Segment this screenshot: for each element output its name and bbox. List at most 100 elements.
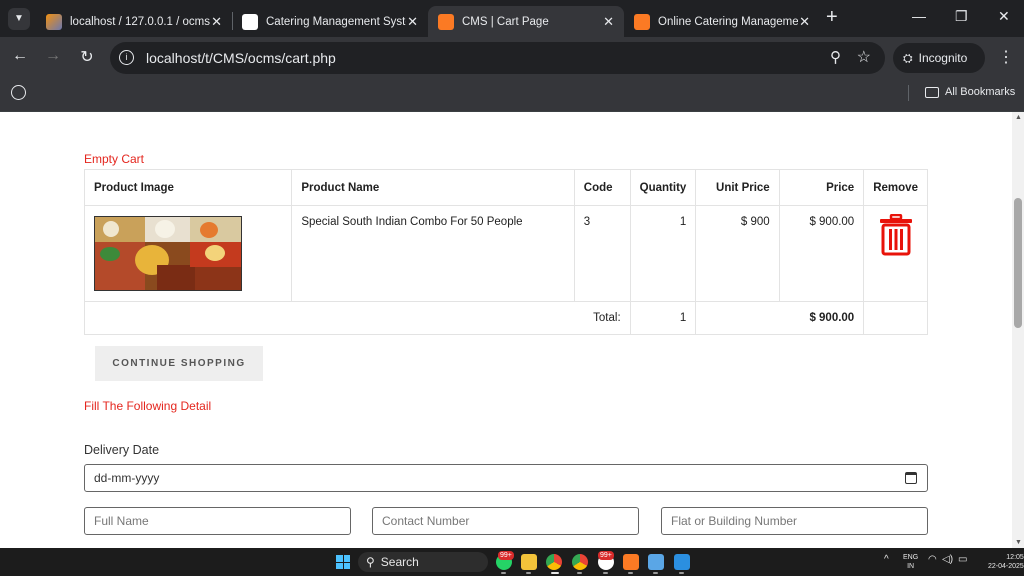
wifi-icon[interactable]: ◠: [928, 554, 937, 565]
full-name-field[interactable]: Full Name: [84, 507, 351, 535]
windows-taskbar: ⚲ Search 99+ 99+ ^ ENG IN ◠ ◁) ▭ 12:05 2…: [0, 548, 1024, 576]
header-unit-price: Unit Price: [695, 169, 780, 206]
vscode-icon[interactable]: [674, 554, 690, 570]
cart-table: Product Image Product Name Code Quantity…: [83, 169, 928, 335]
tab-phpmyadmin[interactable]: localhost / 127.0.0.1 / ocmsdb ✕: [36, 6, 232, 37]
calendar-icon[interactable]: [905, 472, 917, 484]
file-explorer-icon[interactable]: [521, 554, 537, 570]
globe-icon[interactable]: [11, 85, 26, 100]
reload-icon[interactable]: ↻: [76, 47, 98, 67]
region-code: IN: [907, 563, 915, 570]
tab-search-button[interactable]: ▼: [8, 8, 30, 30]
incognito-indicator[interactable]: ⛭ Incognito: [893, 43, 985, 73]
tab-online-catering[interactable]: Online Catering Management ✕: [624, 6, 820, 37]
scroll-down-icon[interactable]: ▼: [1015, 539, 1022, 546]
product-image-cell: [83, 205, 293, 302]
tab-title: Catering Management System: [266, 15, 406, 28]
scroll-up-icon[interactable]: ▲: [1015, 114, 1022, 121]
notification-badge: 99+: [498, 551, 514, 560]
close-window-icon[interactable]: ✕: [998, 8, 1010, 25]
chrome-icon[interactable]: [546, 554, 562, 570]
bookmark-star-icon[interactable]: ☆: [857, 47, 871, 67]
clock-time: 12:05: [1006, 554, 1024, 561]
site-logo-icon: [242, 13, 258, 30]
total-label: Total:: [84, 301, 631, 335]
header-product-image: Product Image: [83, 169, 293, 206]
flat-number-field[interactable]: Flat or Building Number: [661, 507, 928, 535]
continue-shopping-button[interactable]: CONTINUE SHOPPING: [95, 346, 263, 381]
volume-icon[interactable]: ◁): [942, 554, 953, 565]
address-bar[interactable]: i localhost/t/CMS/ocms/cart.php ⚲ ☆: [110, 42, 885, 74]
xampp-icon[interactable]: [623, 554, 639, 570]
xampp-icon: [634, 13, 650, 30]
empty-cart-link[interactable]: Empty Cart: [84, 152, 144, 166]
folder-icon: [925, 86, 939, 98]
browser-menu-icon[interactable]: ⋮: [998, 47, 1014, 67]
table-header-row: Product Image Product Name Code Quantity…: [83, 169, 928, 206]
app-active-indicator: [551, 572, 559, 574]
app-running-indicator: [603, 572, 608, 574]
incognito-icon: ⛭: [903, 50, 913, 65]
windows-start-icon[interactable]: [336, 555, 350, 569]
tab-title: localhost / 127.0.0.1 / ocmsdb: [70, 15, 210, 28]
tab-catering-system[interactable]: Catering Management System ✕: [232, 6, 428, 37]
taskbar-search[interactable]: ⚲ Search: [358, 552, 488, 572]
remove-cell: [863, 205, 928, 302]
header-remove: Remove: [863, 169, 928, 206]
notepad-icon[interactable]: [648, 554, 664, 570]
language-code: ENG: [903, 554, 919, 561]
url-text[interactable]: localhost/t/CMS/ocms/cart.php: [146, 50, 336, 66]
tab-title: CMS | Cart Page: [462, 15, 549, 28]
delivery-date-label: Delivery Date: [84, 443, 160, 457]
app-running-indicator: [501, 572, 506, 574]
site-info-icon[interactable]: i: [119, 50, 134, 65]
xampp-icon: [438, 13, 454, 30]
app-running-indicator: [628, 572, 633, 574]
product-name: Special South Indian Combo For 50 People: [291, 205, 575, 302]
back-icon[interactable]: ←: [9, 47, 31, 65]
total-price: $ 900.00: [695, 301, 865, 335]
taskbar-search-label: Search: [380, 555, 419, 569]
clock-date: 22-04-2025: [988, 563, 1024, 570]
header-code: Code: [573, 169, 631, 206]
product-quantity: 1: [629, 205, 697, 302]
restore-icon[interactable]: ❐: [955, 8, 968, 25]
forward-icon[interactable]: →: [42, 47, 64, 65]
table-row: Special South Indian Combo For 50 People…: [83, 205, 928, 302]
browser-toolbar: ← → ↻ i localhost/t/CMS/ocms/cart.php ⚲ …: [0, 37, 1024, 79]
battery-icon[interactable]: ▭: [958, 554, 967, 565]
scrollbar-thumb[interactable]: [1014, 198, 1022, 328]
notification-badge: 99+: [598, 551, 614, 560]
close-tab-icon[interactable]: ✕: [799, 14, 810, 30]
tab-title: Online Catering Management: [658, 15, 798, 28]
close-tab-icon[interactable]: ✕: [603, 14, 614, 30]
header-product-name: Product Name: [291, 169, 575, 206]
close-tab-icon[interactable]: ✕: [211, 14, 222, 30]
trash-icon[interactable]: [879, 214, 913, 256]
zoom-icon[interactable]: ⚲: [830, 48, 841, 66]
bookmarks-bar: [0, 79, 1024, 112]
page-content: Empty Cart Product Image Product Name Co…: [0, 112, 1012, 548]
total-empty-cell: [863, 301, 928, 335]
close-tab-icon[interactable]: ✕: [407, 14, 418, 30]
form-heading: Fill The Following Detail: [84, 399, 212, 413]
app-running-indicator: [526, 572, 531, 574]
minimize-icon[interactable]: —: [912, 8, 926, 24]
language-indicator[interactable]: ENG IN: [903, 553, 918, 571]
chrome-icon[interactable]: [572, 554, 588, 570]
delivery-date-input[interactable]: dd-mm-yyyy: [84, 464, 928, 492]
tab-strip: ▼ localhost / 127.0.0.1 / ocmsdb ✕ Cater…: [0, 0, 1024, 37]
delivery-date-placeholder: dd-mm-yyyy: [94, 471, 160, 485]
page-scrollbar[interactable]: ▲ ▼: [1012, 112, 1024, 548]
contact-number-field[interactable]: Contact Number: [372, 507, 639, 535]
new-tab-button[interactable]: +: [826, 6, 838, 29]
tab-cart-page[interactable]: CMS | Cart Page ✕: [428, 6, 624, 37]
product-unit-price: $ 900: [695, 205, 780, 302]
all-bookmarks-button[interactable]: All Bookmarks: [925, 86, 1015, 98]
incognito-label: Incognito: [918, 51, 968, 65]
header-price: Price: [778, 169, 865, 206]
total-row: Total: 1 $ 900.00: [84, 301, 928, 335]
all-bookmarks-label: All Bookmarks: [945, 86, 1016, 98]
show-hidden-icons[interactable]: ^: [884, 554, 889, 565]
system-clock[interactable]: 12:05 22-04-2025: [988, 553, 1024, 571]
